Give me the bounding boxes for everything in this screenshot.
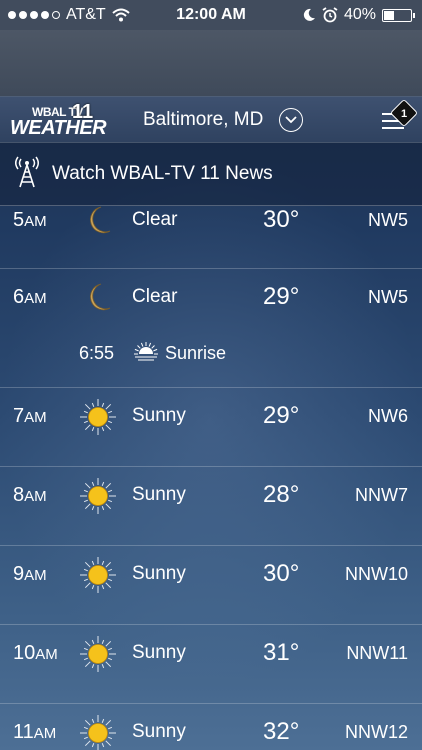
forecast-condition: Sunny — [132, 721, 186, 742]
ad-banner-area — [0, 30, 422, 96]
forecast-hour-number: 7 — [13, 405, 25, 427]
status-right: 40% — [302, 6, 415, 24]
broadcast-tower-icon — [15, 156, 39, 188]
location-label[interactable]: Baltimore, MD — [143, 109, 263, 131]
app-header: WBAL TV 11 WEATHER Baltimore, MD 1 — [0, 96, 422, 142]
forecast-wind: NNW12 — [344, 722, 408, 742]
watch-live-news-row[interactable]: Watch WBAL-TV 11 News — [0, 142, 422, 206]
forecast-row[interactable]: 11AM Sunny 32° NNW12 — [0, 704, 422, 750]
wbal-weather-logo: WBAL TV 11 WEATHER — [10, 101, 107, 141]
forecast-hour: 9AM — [13, 563, 47, 586]
forecast-temperature: 31° — [263, 639, 300, 666]
forecast-hour-suffix: AM — [24, 409, 47, 426]
forecast-hour: 10AM — [13, 642, 58, 665]
sunrise-time: 6:55 — [79, 343, 115, 363]
forecast-hour-suffix: AM — [24, 213, 47, 230]
forecast-condition: Clear — [132, 209, 178, 230]
forecast-temperature: 30° — [263, 206, 300, 233]
battery-icon — [382, 8, 415, 22]
forecast-hour-suffix: AM — [24, 567, 47, 584]
sun-icon — [79, 714, 117, 750]
moon-icon — [79, 279, 117, 317]
alarm-icon — [322, 7, 338, 23]
forecast-temperature: 28° — [263, 481, 300, 508]
sunrise-icon — [133, 339, 159, 365]
forecast-condition: Sunny — [132, 642, 186, 663]
forecast-row[interactable]: 8AM Sunny 28° NNW7 — [0, 467, 422, 546]
forecast-hour: 8AM — [13, 484, 47, 507]
forecast-temperature: 30° — [263, 560, 300, 587]
forecast-temperature: 29° — [263, 402, 300, 429]
menu-icon-line — [382, 127, 404, 129]
moon-icon — [79, 202, 117, 240]
forecast-temperature: 29° — [263, 283, 300, 310]
notification-count: 1 — [400, 108, 408, 120]
chevron-down-icon — [285, 116, 297, 124]
forecast-condition: Sunny — [132, 563, 186, 584]
forecast-hour: 5AM — [13, 209, 47, 232]
sun-icon — [79, 398, 117, 436]
sun-icon — [79, 477, 117, 515]
forecast-wind: NNW7 — [355, 485, 408, 505]
sun-icon — [79, 556, 117, 594]
forecast-row[interactable]: 10AM Sunny 31° NNW11 — [0, 625, 422, 704]
forecast-row[interactable]: 5AM Clear 30° NW5 — [0, 206, 422, 269]
forecast-hour-suffix: AM — [24, 488, 47, 505]
logo-bottom-text: WEATHER — [10, 117, 107, 139]
forecast-hour-suffix: AM — [24, 290, 47, 307]
moon-icon — [303, 8, 315, 21]
forecast-hour-suffix: AM — [33, 725, 57, 742]
forecast-wind: NW5 — [368, 210, 408, 230]
forecast-row[interactable]: 7AM Sunny 29° NW6 — [0, 388, 422, 467]
sun-icon — [79, 635, 117, 673]
forecast-wind: NW6 — [368, 406, 408, 426]
forecast-hour: 11AM — [13, 721, 56, 744]
forecast-hour-suffix: AM — [35, 646, 58, 663]
forecast-hour-number: 8 — [13, 484, 25, 506]
battery-fill — [384, 10, 395, 20]
sunrise-label: Sunrise — [165, 343, 227, 363]
menu-button[interactable]: 1 — [380, 98, 419, 135]
watch-news-label: Watch WBAL-TV 11 News — [52, 163, 273, 184]
forecast-condition: Sunny — [132, 405, 186, 426]
battery-percent: 40% — [343, 6, 376, 23]
forecast-wind: NNW10 — [344, 564, 408, 584]
forecast-hour: 6AM — [13, 286, 47, 309]
forecast-hour-number: 5 — [13, 209, 25, 231]
forecast-hour-number: 9 — [13, 563, 25, 585]
forecast-row[interactable]: 9AM Sunny 30° NNW10 — [0, 546, 422, 625]
forecast-condition: Clear — [132, 286, 178, 307]
forecast-hour: 7AM — [13, 405, 47, 428]
forecast-hour-number: 11 — [13, 721, 34, 743]
location-dropdown-button[interactable] — [279, 108, 303, 132]
forecast-wind: NNW11 — [346, 643, 408, 663]
forecast-hour-number: 10 — [13, 642, 36, 664]
forecast-condition: Sunny — [132, 484, 186, 505]
forecast-hour-number: 6 — [13, 286, 25, 308]
forecast-wind: NW5 — [368, 287, 408, 307]
forecast-temperature: 32° — [263, 718, 300, 745]
status-bar: AT&T 12:00 AM 40% — [0, 0, 422, 30]
forecast-row[interactable]: 6AM Clear 29° NW5 6:55 Sunrise — [0, 269, 422, 388]
